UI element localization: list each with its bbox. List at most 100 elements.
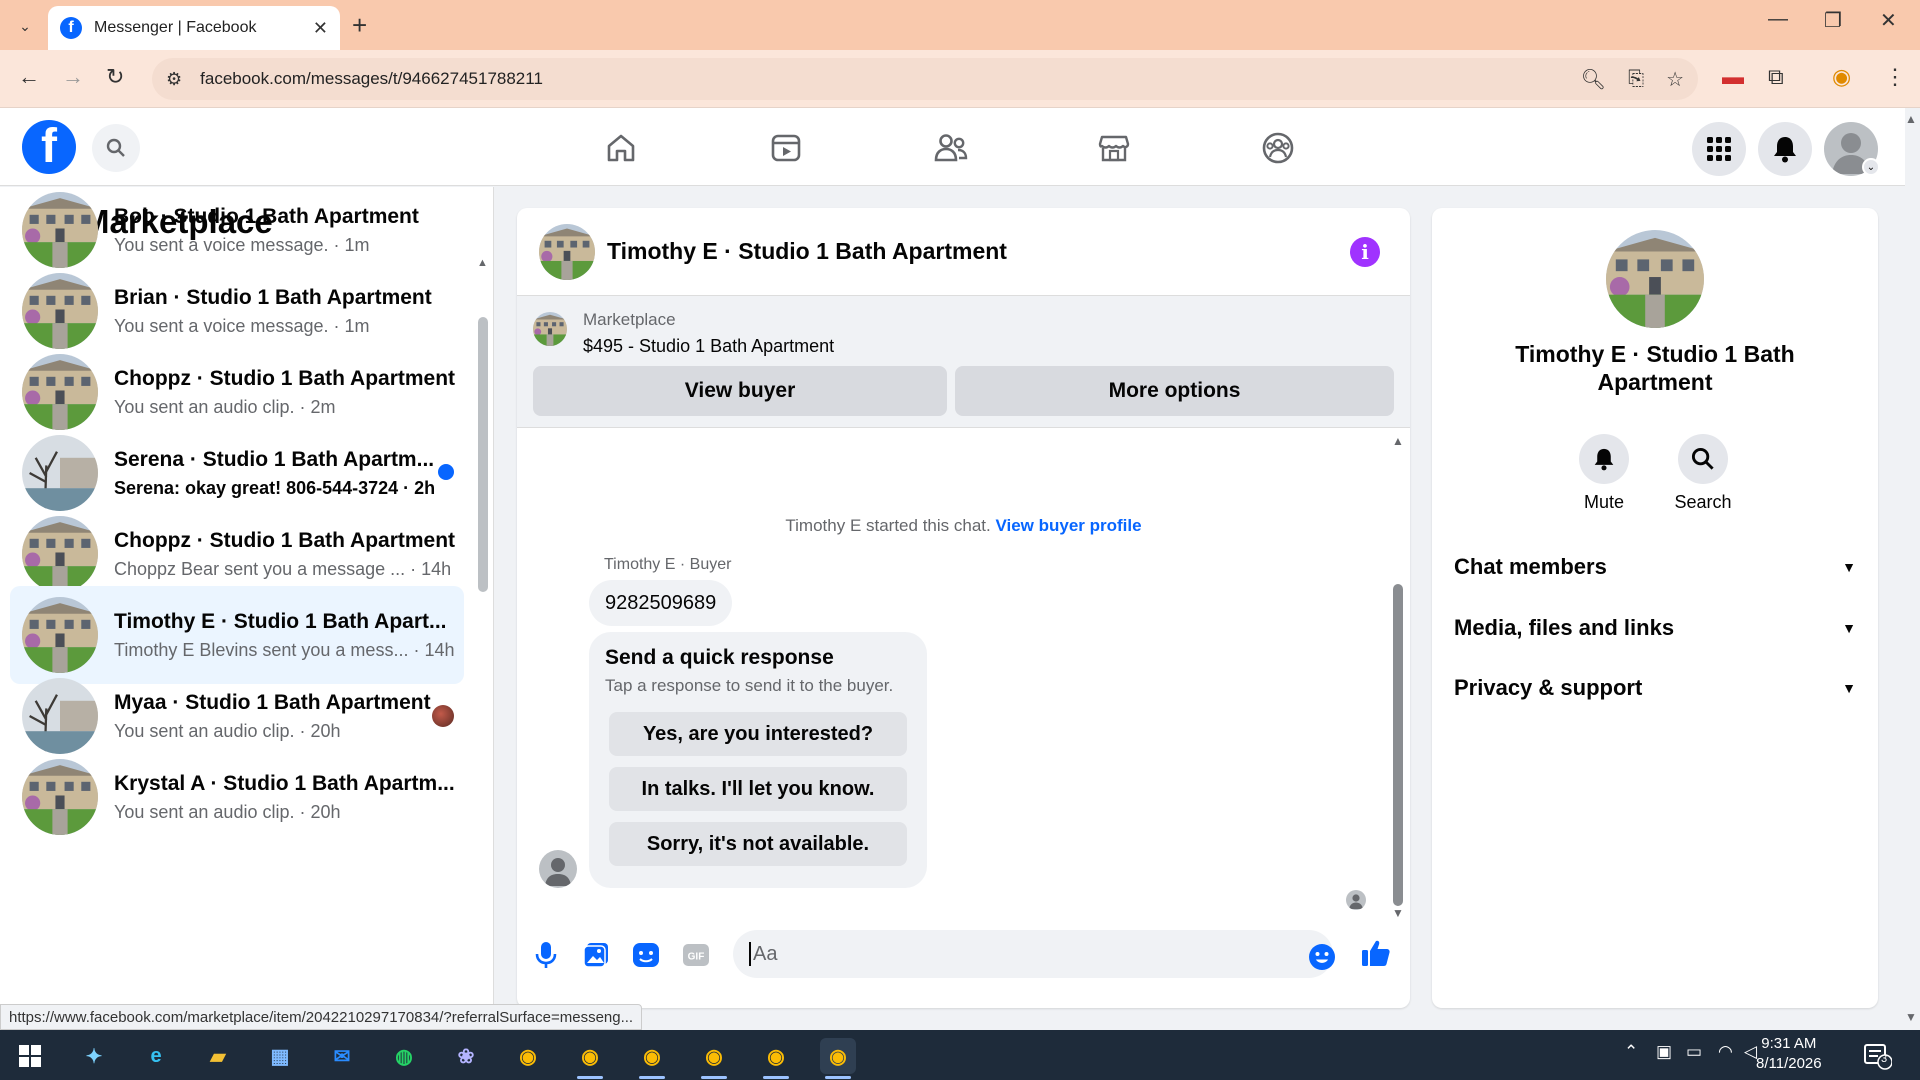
section-label: Media, files and links — [1454, 615, 1675, 640]
account-chevron-icon[interactable]: ⌄ — [1862, 158, 1880, 176]
conversation-thumbnail — [22, 597, 98, 673]
more-options-button[interactable]: More options — [955, 366, 1394, 416]
info-icon[interactable]: i — [1350, 237, 1380, 267]
sticker-icon[interactable] — [631, 940, 661, 970]
chat-avatar[interactable] — [539, 223, 595, 280]
battery-icon[interactable]: ▭ — [1686, 1042, 1702, 1062]
whatsapp-icon[interactable]: ◍ — [386, 1038, 422, 1074]
install-app-icon[interactable]: ⎘ — [1628, 68, 1644, 91]
search-icon[interactable] — [1678, 434, 1728, 484]
facebook-logo-icon[interactable]: f — [22, 120, 76, 174]
privacy-support-section[interactable]: Privacy & support ▼ — [1454, 668, 1856, 708]
view-buyer-profile-link[interactable]: View buyer profile — [995, 516, 1141, 535]
chat-scroll-down-icon[interactable]: ▼ — [1392, 906, 1404, 920]
close-tab-icon[interactable]: ✕ — [313, 18, 328, 39]
new-tab-icon[interactable]: + — [352, 10, 367, 41]
mute-bell-icon[interactable] — [1579, 434, 1629, 484]
conversation-item[interactable]: Krystal A · Studio 1 Bath Apartm... You s… — [10, 748, 464, 846]
listing-title[interactable]: $495 - Studio 1 Bath Apartment — [583, 336, 834, 357]
restore-icon[interactable]: ❐ — [1824, 8, 1842, 33]
extensions-puzzle-icon[interactable]: ⧉ — [1768, 64, 1784, 90]
chat-window: Timothy E · Studio 1 Bath Apartment i Ma… — [517, 208, 1410, 1008]
friends-icon[interactable] — [921, 126, 981, 170]
search-conversation-button[interactable]: Search — [1663, 434, 1743, 513]
app-icon[interactable]: ❀ — [448, 1038, 484, 1074]
conversation-name: Myaa · Studio 1 Bath Apartment — [114, 690, 431, 714]
marketplace-icon[interactable] — [1084, 126, 1144, 170]
message-input[interactable]: Aa — [733, 930, 1333, 978]
groups-icon[interactable] — [1248, 126, 1308, 170]
emoji-icon[interactable] — [1307, 942, 1337, 972]
page-scroll-down-icon[interactable]: ▼ — [1905, 1010, 1917, 1024]
chrome-profile-icon[interactable]: ◉ — [758, 1038, 794, 1074]
listing-thumbnail[interactable] — [533, 312, 567, 346]
marketplace-banner: Marketplace $495 - Studio 1 Bath Apartme… — [517, 296, 1410, 428]
extension-icon[interactable]: ▬ — [1722, 64, 1744, 90]
chat-scrollbar[interactable] — [1393, 584, 1403, 906]
chat-scroll-up-icon[interactable]: ▲ — [1392, 434, 1404, 448]
quick-reply-button[interactable]: Sorry, it's not available. — [609, 822, 907, 866]
conversation-name: Timothy E · Studio 1 Bath Apart... — [114, 609, 447, 633]
list-scroll-up-icon[interactable]: ▲ — [477, 257, 488, 269]
chat-members-section[interactable]: Chat members ▼ — [1454, 547, 1856, 587]
bookmark-star-icon[interactable]: ☆ — [1666, 67, 1684, 92]
back-icon[interactable]: ← — [18, 64, 40, 90]
section-label: Chat members — [1454, 554, 1607, 579]
tab-search-dropdown-icon[interactable]: ⌄ — [12, 13, 38, 39]
system-clock[interactable]: 9:31 AM 8/11/2026 — [1756, 1034, 1822, 1074]
tray-overflow-icon[interactable]: ⌃ — [1624, 1042, 1638, 1062]
site-info-icon[interactable]: ⚙ — [166, 69, 182, 90]
chat-header: Timothy E · Studio 1 Bath Apartment i — [517, 208, 1410, 296]
close-window-icon[interactable]: ✕ — [1880, 8, 1897, 33]
chrome-profile-icon[interactable]: ◉ — [696, 1038, 732, 1074]
chrome-profile-icon[interactable]: ◉ — [634, 1038, 670, 1074]
store-icon[interactable]: ▦ — [262, 1038, 298, 1074]
conversation-preview: You sent an audio clip. · 20h — [114, 801, 341, 822]
conversation-thumbnail — [22, 273, 98, 349]
chrome-profile-icon[interactable]: ◉ — [572, 1038, 608, 1074]
view-buyer-button[interactable]: View buyer — [533, 366, 947, 416]
video-icon[interactable] — [756, 126, 816, 170]
windows-start-icon[interactable] — [12, 1038, 48, 1074]
profile-icon[interactable]: ◉ — [1832, 64, 1851, 90]
banner-label: Marketplace — [583, 310, 676, 329]
reload-icon[interactable]: ↻ — [106, 64, 124, 90]
quick-reply-button[interactable]: Yes, are you interested? — [609, 712, 907, 756]
wifi-icon[interactable]: ◠ — [1718, 1042, 1733, 1062]
outlook-icon[interactable]: ✉ — [324, 1038, 360, 1074]
search-icon[interactable] — [92, 124, 140, 172]
edge-icon[interactable]: e — [138, 1038, 174, 1074]
media-files-links-section[interactable]: Media, files and links ▼ — [1454, 608, 1856, 648]
photo-icon[interactable] — [581, 940, 611, 970]
menu-grid-icon[interactable] — [1692, 122, 1746, 176]
message-bubble[interactable]: 9282509689 — [589, 580, 733, 626]
notification-center-icon[interactable]: 3 — [1862, 1040, 1893, 1070]
microphone-icon[interactable] — [531, 940, 561, 970]
chrome-icon[interactable]: ◉ — [510, 1038, 546, 1074]
chrome-active-icon[interactable]: ◉ — [820, 1038, 856, 1074]
buyer-avatar[interactable] — [539, 850, 577, 888]
seen-avatar — [432, 705, 454, 727]
meet-now-icon[interactable]: ▣ — [1656, 1042, 1672, 1062]
list-scrollbar[interactable] — [478, 317, 488, 592]
zoom-icon[interactable]: 🔍︎ — [1581, 67, 1606, 92]
details-avatar[interactable] — [1606, 230, 1704, 328]
conversation-preview: You sent a voice message. · 1m — [114, 234, 370, 255]
file-explorer-icon[interactable]: ▰ — [200, 1038, 236, 1074]
notifications-bell-icon[interactable] — [1758, 122, 1812, 176]
home-icon[interactable] — [591, 126, 651, 170]
chat-title[interactable]: Timothy E · Studio 1 Bath Apartment — [607, 238, 1007, 265]
mute-button[interactable]: Mute — [1564, 434, 1644, 513]
chat-started-notice: Timothy E started this chat. View buyer … — [517, 516, 1410, 536]
browser-tab[interactable]: f Messenger | Facebook ✕ — [48, 6, 340, 50]
like-thumb-icon[interactable] — [1361, 938, 1391, 968]
browser-menu-icon[interactable]: ⋮ — [1884, 64, 1906, 90]
copilot-icon[interactable]: ✦ — [76, 1038, 112, 1074]
quick-reply-button[interactable]: In talks. I'll let you know. — [609, 767, 907, 811]
address-bar[interactable]: ⚙ facebook.com/messages/t/94662745178821… — [152, 58, 1698, 100]
gif-icon[interactable]: GIF — [681, 940, 711, 970]
minimize-icon[interactable]: — — [1768, 8, 1788, 31]
forward-icon[interactable]: → — [62, 64, 84, 90]
page-scroll-up-icon[interactable]: ▲ — [1905, 112, 1917, 126]
running-indicator — [577, 1076, 603, 1079]
